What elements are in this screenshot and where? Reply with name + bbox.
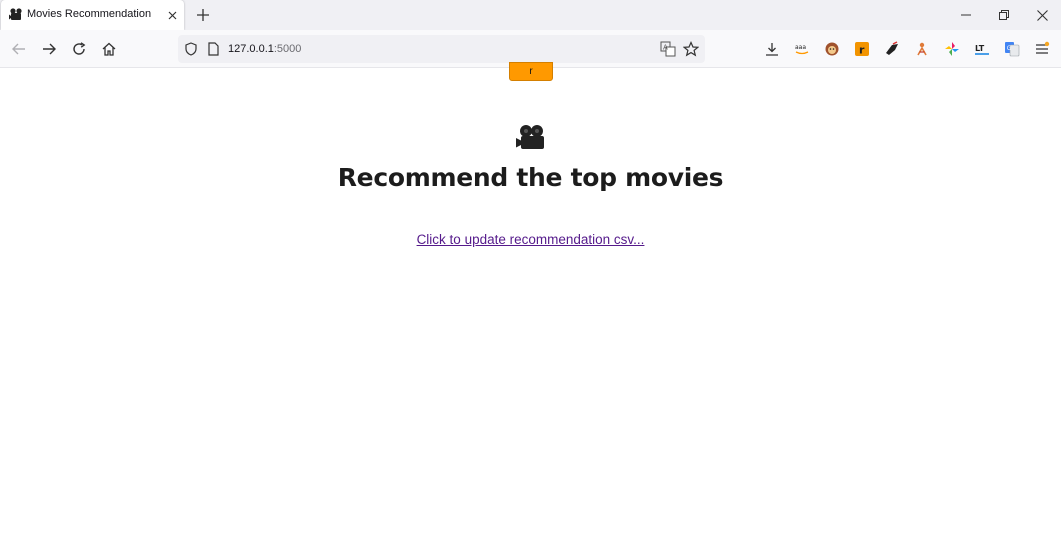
- url-host: 127.0.0.1: [228, 43, 274, 55]
- tab-strip: Movies Recommendation: [0, 0, 1061, 30]
- person-extension-icon[interactable]: [914, 41, 930, 57]
- tab-movies-recommendation[interactable]: Movies Recommendation: [1, 0, 184, 30]
- new-tab-plus-icon[interactable]: [194, 6, 212, 24]
- bookmark-star-icon[interactable]: [683, 41, 699, 57]
- url-port: :5000: [273, 43, 302, 55]
- translate-page-icon[interactable]: A: [660, 41, 676, 57]
- url-bar[interactable]: 127.0.0.1:5000 A: [178, 35, 705, 63]
- menu-icon[interactable]: [1034, 41, 1050, 57]
- top-r-button[interactable]: r: [509, 62, 553, 81]
- r-extension-icon[interactable]: r: [854, 41, 870, 57]
- close-window-icon[interactable]: [1032, 5, 1052, 25]
- lt-extension-icon[interactable]: LT: [974, 41, 990, 57]
- monkey-extension-icon[interactable]: [824, 41, 840, 57]
- pinwheel-extension-icon[interactable]: [944, 41, 960, 57]
- restore-window-icon[interactable]: [994, 5, 1014, 25]
- home-icon[interactable]: [100, 40, 118, 58]
- svg-text:r: r: [859, 44, 865, 57]
- forward-arrow-icon[interactable]: [40, 40, 58, 58]
- reload-icon[interactable]: [70, 40, 88, 58]
- tab-title: Movies Recommendation: [27, 8, 152, 20]
- svg-text:A: A: [663, 44, 668, 52]
- amazon-assistant-icon[interactable]: aaa: [794, 41, 810, 57]
- page-info-icon[interactable]: [206, 42, 220, 56]
- page-content: r Recommend the top movies Click to upda…: [0, 62, 1061, 560]
- download-icon[interactable]: [764, 41, 780, 57]
- minimize-window-icon[interactable]: [956, 5, 976, 25]
- url-text[interactable]: 127.0.0.1:5000: [228, 43, 301, 55]
- svg-text:G: G: [1007, 45, 1012, 52]
- svg-text:aaa: aaa: [795, 44, 806, 51]
- update-recommendation-link[interactable]: Click to update recommendation csv...: [417, 232, 645, 247]
- tracking-protection-shield-icon[interactable]: [184, 42, 198, 56]
- movie-camera-icon: [9, 8, 22, 20]
- back-arrow-icon[interactable]: [10, 40, 28, 58]
- update-link-container: Click to update recommendation csv...: [0, 232, 1061, 247]
- close-tab-icon[interactable]: [165, 8, 179, 22]
- page-title: Recommend the top movies: [337, 163, 724, 192]
- translate-extension-icon[interactable]: G: [1004, 41, 1020, 57]
- movie-camera-icon: [516, 125, 544, 149]
- hand-extension-icon[interactable]: [884, 41, 900, 57]
- svg-text:LT: LT: [975, 44, 985, 53]
